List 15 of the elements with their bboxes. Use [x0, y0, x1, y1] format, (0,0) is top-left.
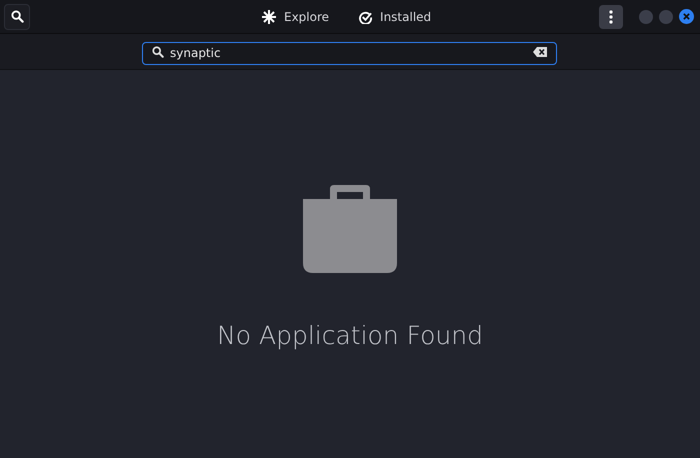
search-icon — [152, 46, 164, 58]
shopping-bag-icon — [303, 185, 397, 273]
tab[interactable]: Explore — [262, 0, 330, 34]
menu-icon — [609, 10, 613, 24]
sparkle-icon — [262, 10, 276, 24]
tab[interactable]: Installed — [359, 0, 432, 34]
empty-message: No Application Found — [217, 320, 483, 352]
menu-button[interactable] — [599, 4, 623, 28]
clear-icon[interactable] — [533, 46, 547, 56]
search-icon — [10, 10, 24, 23]
search-button[interactable] — [4, 4, 30, 30]
close-icon — [683, 13, 690, 20]
check-circle-icon — [359, 10, 372, 24]
close-button[interactable] — [679, 9, 694, 24]
search-field[interactable]: synaptic — [142, 42, 557, 64]
